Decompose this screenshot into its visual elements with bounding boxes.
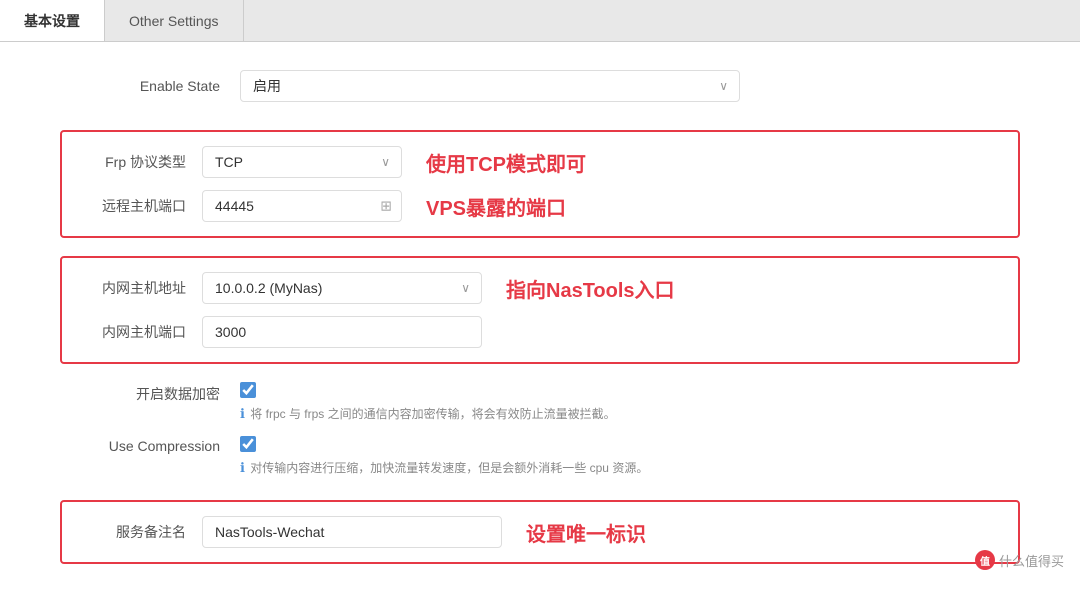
service-name-row: 服务备注名 设置唯一标识 — [82, 516, 998, 548]
encrypt-label: 开启数据加密 — [60, 382, 240, 404]
frp-protocol-row: Frp 协议类型 TCP 使用TCP模式即可 — [82, 146, 998, 178]
watermark-text: 什么值得买 — [999, 551, 1064, 570]
enable-state-label: Enable State — [60, 78, 240, 94]
intranet-host-select-wrap: 10.0.0.2 (MyNas) — [202, 272, 482, 304]
frp-remote-port-input[interactable] — [202, 190, 402, 222]
frp-protocol-select-wrap: TCP — [202, 146, 402, 178]
frp-remote-port-hint: VPS暴露的端口 — [426, 192, 566, 221]
compression-label: Use Compression — [60, 436, 240, 454]
frp-remote-port-wrap: ⊞ — [202, 190, 402, 222]
enable-state-select[interactable]: 启用 — [240, 70, 740, 102]
compression-row: Use Compression ℹ 对传输内容进行压缩，加快流量转发速度，但是会… — [0, 436, 1080, 476]
service-name-input[interactable] — [202, 516, 502, 548]
intranet-host-label: 内网主机地址 — [82, 278, 202, 298]
compression-content: ℹ 对传输内容进行压缩，加快流量转发速度，但是会额外消耗一些 cpu 资源。 — [240, 436, 1020, 476]
service-name-hint: 设置唯一标识 — [526, 518, 646, 547]
compression-hint: ℹ 对传输内容进行压缩，加快流量转发速度，但是会额外消耗一些 cpu 资源。 — [240, 459, 1020, 476]
enable-state-row: Enable State 启用 — [0, 70, 1080, 102]
intranet-host-hint: 指向NasTools入口 — [506, 274, 675, 303]
service-name-wrap — [202, 516, 502, 548]
intranet-port-label: 内网主机端口 — [82, 322, 202, 342]
port-icon: ⊞ — [380, 198, 392, 215]
intranet-port-wrap — [202, 316, 482, 348]
frp-remote-port-row: 远程主机端口 ⊞ VPS暴露的端口 — [82, 190, 998, 222]
intranet-port-input[interactable] — [202, 316, 482, 348]
enable-state-select-wrap: 启用 — [240, 70, 740, 102]
intranet-section: 内网主机地址 10.0.0.2 (MyNas) 指向NasTools入口 内网主… — [60, 256, 1020, 364]
tab-basic[interactable]: 基本设置 — [0, 0, 105, 41]
watermark-icon: 值 — [975, 550, 995, 570]
intranet-host-row: 内网主机地址 10.0.0.2 (MyNas) 指向NasTools入口 — [82, 272, 998, 304]
tab-other[interactable]: Other Settings — [105, 0, 244, 41]
encrypt-checkbox[interactable] — [240, 382, 256, 398]
service-name-label: 服务备注名 — [82, 522, 202, 542]
intranet-host-select[interactable]: 10.0.0.2 (MyNas) — [202, 272, 482, 304]
service-section: 服务备注名 设置唯一标识 — [60, 500, 1020, 564]
frp-remote-port-label: 远程主机端口 — [82, 196, 202, 216]
frp-section: Frp 协议类型 TCP 使用TCP模式即可 远程主机端口 ⊞ VPS暴露的端口 — [60, 130, 1020, 238]
frp-protocol-hint: 使用TCP模式即可 — [426, 148, 586, 177]
compression-checkbox[interactable] — [240, 436, 256, 452]
frp-protocol-select[interactable]: TCP — [202, 146, 402, 178]
encrypt-help-icon: ℹ — [240, 406, 245, 421]
compression-help-icon: ℹ — [240, 460, 245, 475]
tab-bar: 基本设置 Other Settings — [0, 0, 1080, 42]
encrypt-content: ℹ 将 frpc 与 frps 之间的通信内容加密传输，将会有效防止流量被拦截。 — [240, 382, 1020, 422]
watermark: 值 什么值得买 — [975, 550, 1064, 570]
encrypt-hint: ℹ 将 frpc 与 frps 之间的通信内容加密传输，将会有效防止流量被拦截。 — [240, 405, 1020, 422]
frp-protocol-label: Frp 协议类型 — [82, 152, 202, 172]
main-content: Enable State 启用 Frp 协议类型 TCP 使用TCP模式即可 远… — [0, 42, 1080, 610]
encrypt-row: 开启数据加密 ℹ 将 frpc 与 frps 之间的通信内容加密传输，将会有效防… — [0, 382, 1080, 422]
intranet-port-row: 内网主机端口 — [82, 316, 998, 348]
